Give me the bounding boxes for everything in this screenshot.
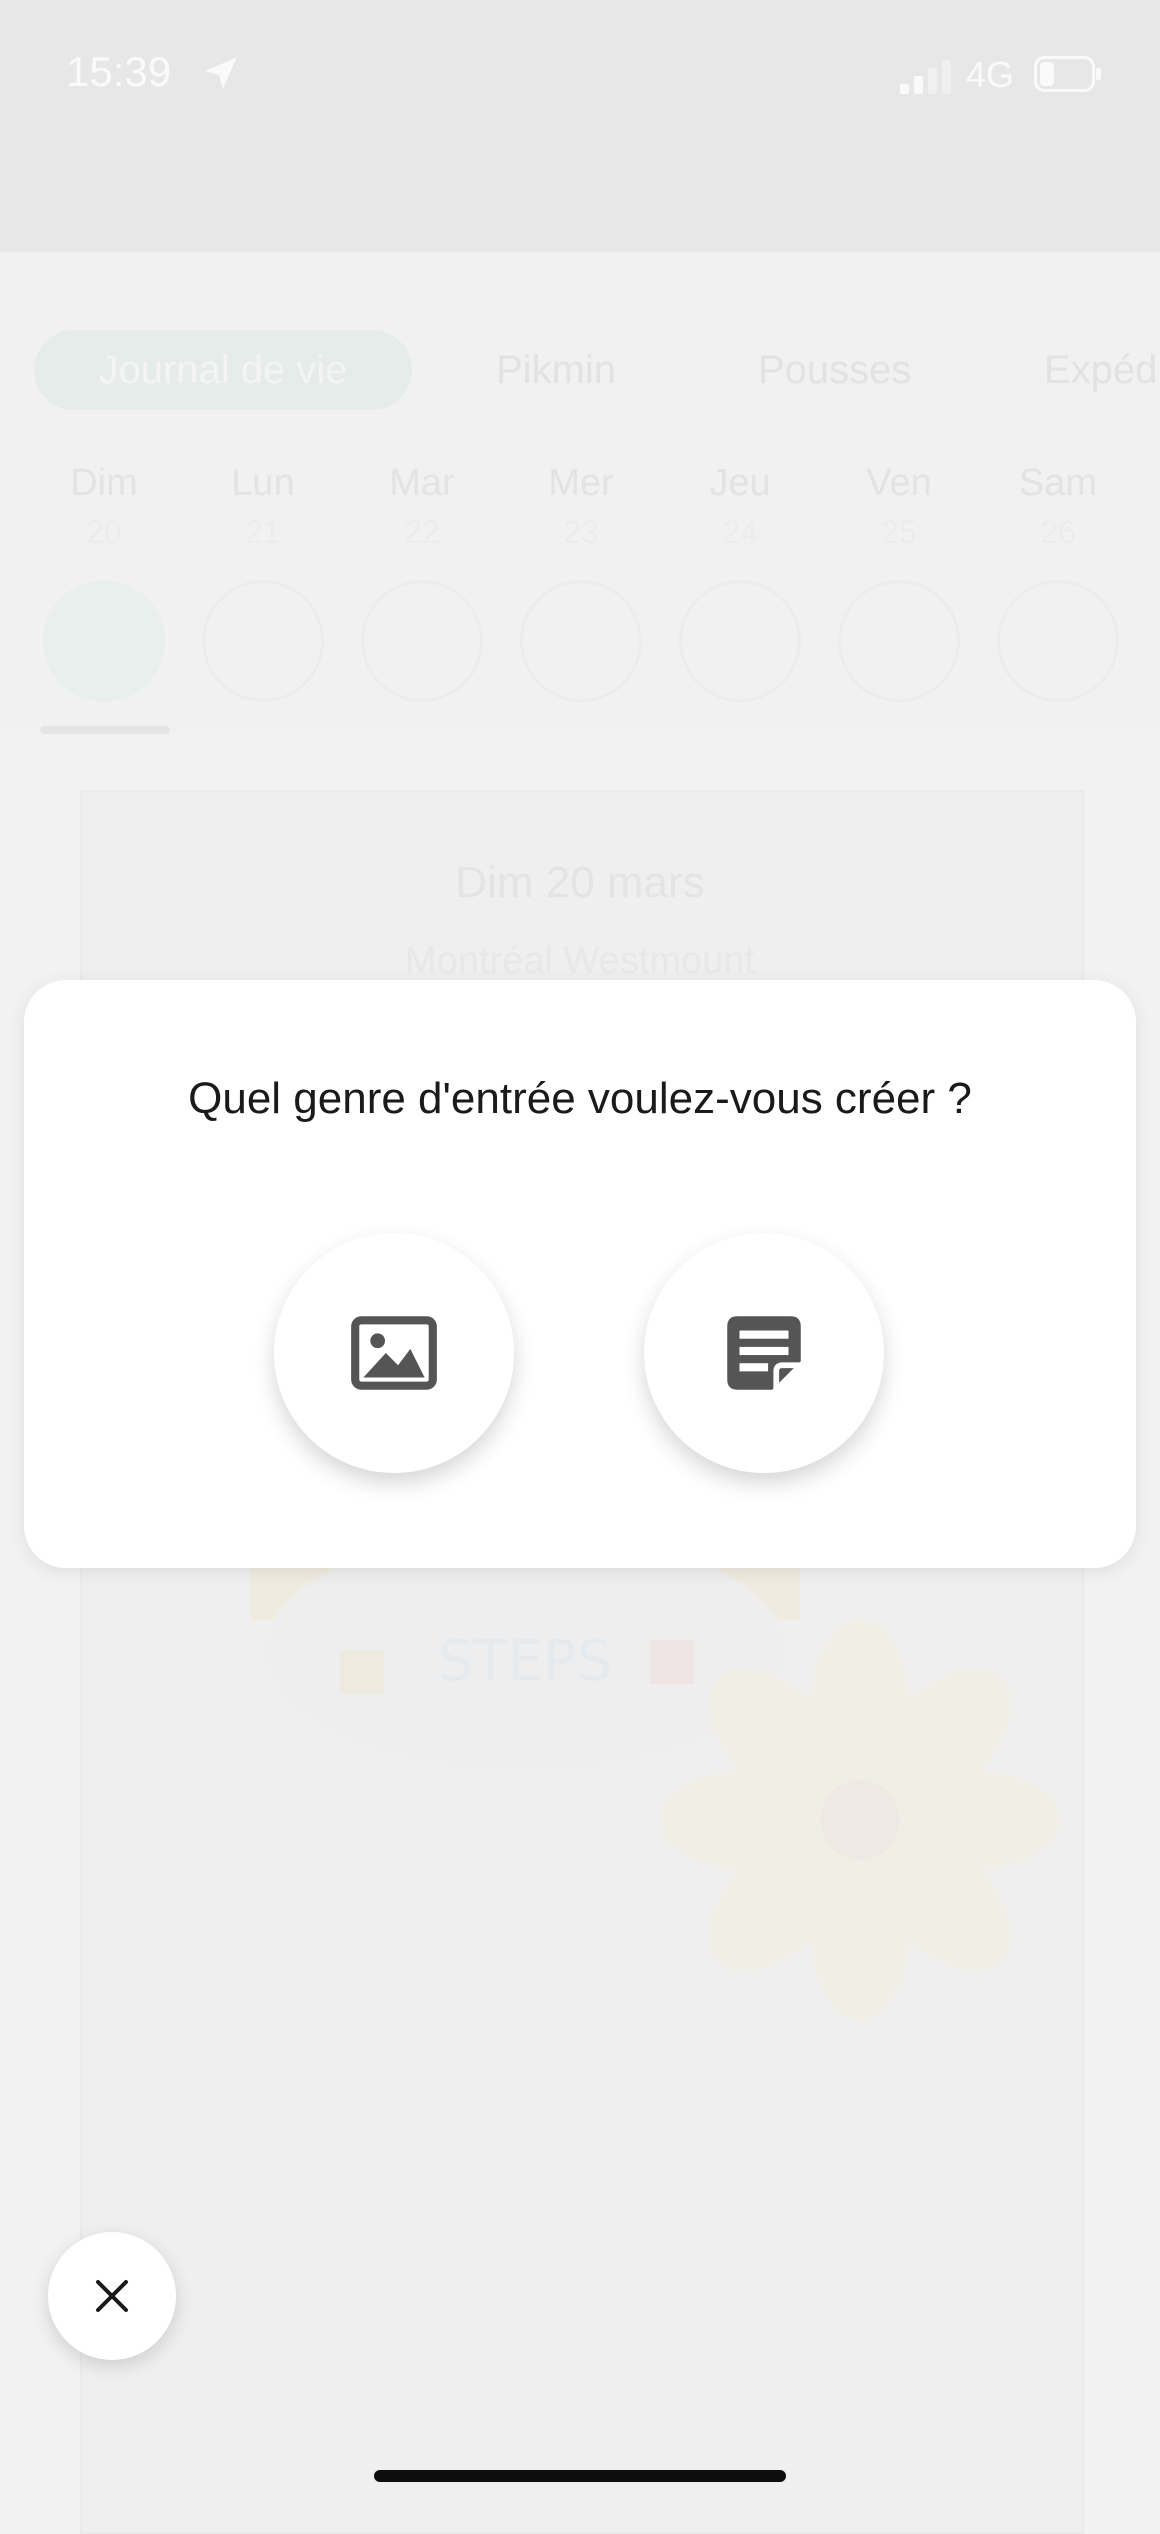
home-indicator <box>374 2470 786 2482</box>
weekday-date: 20 <box>86 514 122 550</box>
weekday-label: Ven <box>866 462 932 504</box>
tab-journal[interactable]: Journal de vie <box>34 330 412 410</box>
selected-day-indicator <box>40 726 170 734</box>
weekday-label: Lun <box>231 462 295 504</box>
close-icon <box>96 2280 128 2312</box>
day-circle[interactable] <box>997 580 1119 702</box>
signal-icon <box>900 60 951 94</box>
battery-icon <box>1034 56 1101 92</box>
day-circle[interactable] <box>520 580 642 702</box>
entry-type-dialog: Quel genre d'entrée voulez-vous créer ? <box>24 980 1136 1568</box>
day-circle[interactable] <box>361 580 483 702</box>
image-icon <box>351 1316 437 1390</box>
day-circle[interactable] <box>202 580 324 702</box>
status-time: 15:39 <box>66 48 172 95</box>
header-banner <box>0 0 1160 252</box>
tab-expeditions[interactable]: Expéd <box>1044 330 1157 410</box>
close-button[interactable] <box>48 2232 176 2360</box>
card-location: Montréal Westmount <box>405 940 755 982</box>
weekday-date: 26 <box>1040 514 1076 550</box>
text-entry-button[interactable] <box>644 1233 884 1473</box>
weekday-date: 25 <box>881 514 917 550</box>
network-type: 4G <box>966 54 1015 95</box>
weekday-date: 24 <box>722 514 758 550</box>
steps-decoration-image: STEPS <box>250 1530 1060 2020</box>
weekday-label: Mar <box>389 462 455 504</box>
photo-entry-button[interactable] <box>274 1233 514 1473</box>
weekday-date: 21 <box>245 514 281 550</box>
day-circle[interactable] <box>679 580 801 702</box>
weekday-label: Jeu <box>709 462 771 504</box>
weekday-date: 23 <box>563 514 599 550</box>
weekday-label: Mer <box>548 462 614 504</box>
card-date: Dim 20 mars <box>455 858 705 907</box>
dialog-title: Quel genre d'entrée voulez-vous créer ? <box>188 1074 972 1123</box>
weekday-label: Dim <box>70 462 138 504</box>
steps-text: STEPS <box>438 1629 612 1694</box>
weekday-date: 22 <box>404 514 440 550</box>
tab-pousses[interactable]: Pousses <box>758 330 911 410</box>
day-circle[interactable] <box>838 580 960 702</box>
location-arrow-icon <box>205 57 237 89</box>
note-icon <box>727 1316 801 1390</box>
tab-pikmin[interactable]: Pikmin <box>496 330 616 410</box>
day-circle-selected[interactable] <box>43 580 165 702</box>
weekday-label: Sam <box>1018 462 1098 504</box>
